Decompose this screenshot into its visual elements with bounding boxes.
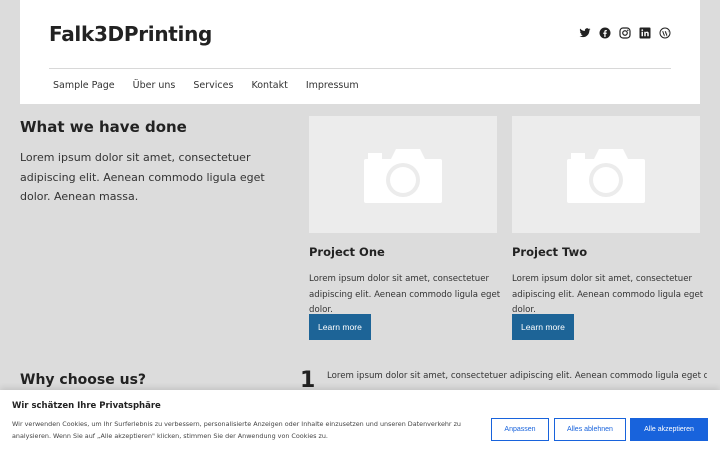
header-divider [49,68,671,69]
site-title[interactable]: Falk3DPrinting [49,22,212,46]
nav-item-services[interactable]: Services [193,80,233,91]
social-links [579,27,671,39]
camera-icon [567,149,645,203]
project-two-image [512,116,700,233]
wordpress-icon[interactable] [659,27,671,39]
project-two-text: Lorem ipsum dolor sit amet, consectetuer… [512,274,704,315]
cookie-consent-banner: Wir schätzen Ihre Privatsphäre Wir verwe… [0,390,720,450]
nav-item-kontakt[interactable]: Kontakt [251,80,287,91]
project-one-text: Lorem ipsum dolor sit amet, consectetuer… [309,274,501,315]
nav-item-impressum[interactable]: Impressum [306,80,359,91]
camera-icon [364,149,442,203]
site-header: Falk3DPrinting Sample Page Über uns Serv… [20,0,700,104]
section-heading-why: Why choose us? [20,372,147,388]
main-nav: Sample Page Über uns Services Kontakt Im… [53,80,359,91]
project-two-learn-more-button[interactable]: Learn more [512,314,574,340]
twitter-icon[interactable] [579,27,591,39]
nav-item-sample-page[interactable]: Sample Page [53,80,115,91]
section-lead-text: Lorem ipsum dolor sit amet, consectetuer… [20,151,265,203]
nav-item-ueber-uns[interactable]: Über uns [133,80,176,91]
cookie-reject-button[interactable]: Alles ablehnen [554,418,626,441]
cookie-accept-button[interactable]: Alle akzeptieren [630,418,708,441]
cookie-text: Wir verwenden Cookies, um Ihr Surferlebn… [12,420,461,440]
cookie-title: Wir schätzen Ihre Privatsphäre [12,401,161,411]
project-two-title: Project Two [512,245,588,259]
project-one-learn-more-button[interactable]: Learn more [309,314,371,340]
facebook-icon[interactable] [599,27,611,39]
project-one-title: Project One [309,245,385,259]
instagram-icon[interactable] [619,27,631,39]
project-one-image [309,116,497,233]
feature-text: Lorem ipsum dolor sit amet, consectetuer… [327,371,707,381]
cookie-customize-button[interactable]: Anpassen [491,418,549,441]
linkedin-icon[interactable] [639,27,651,39]
section-heading-done: What we have done [20,118,187,136]
